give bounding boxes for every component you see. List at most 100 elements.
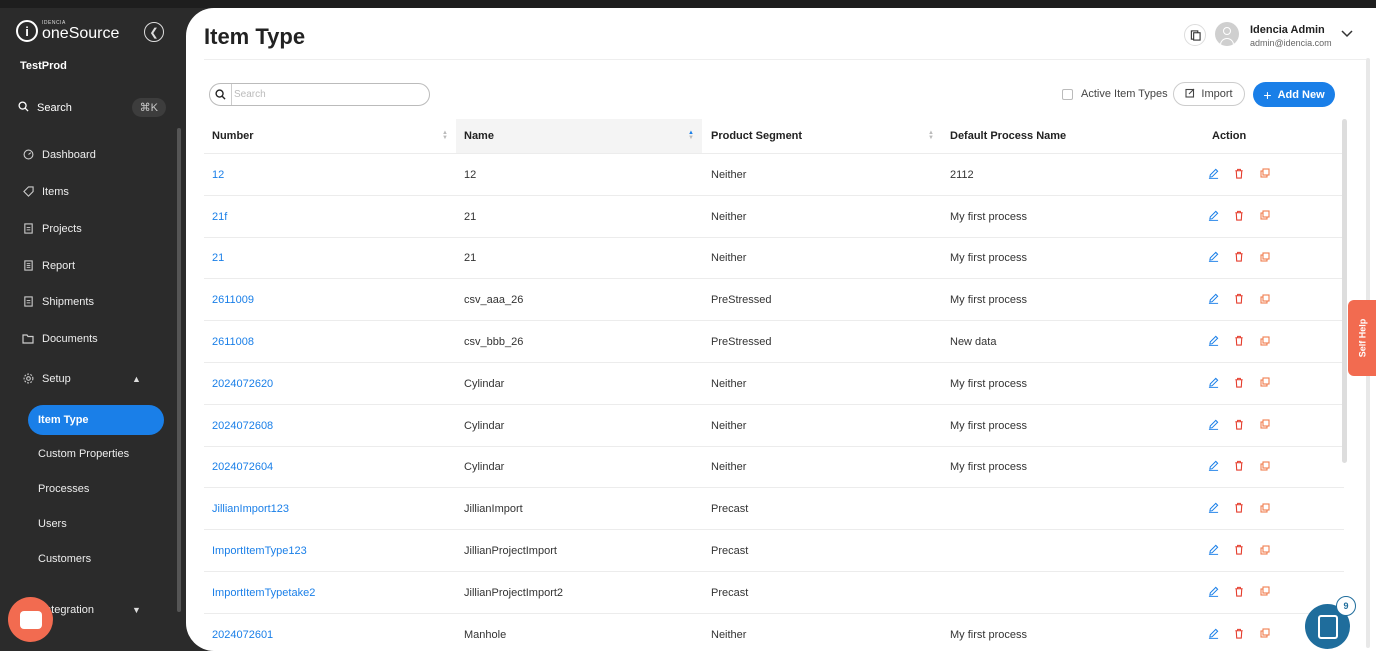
edit-icon[interactable] [1200,293,1226,307]
sidebar-item-customers[interactable]: Customers [38,553,91,565]
idencia-logo-icon: i [16,20,38,42]
sidebar-item-documents[interactable]: Documents [22,333,98,345]
edit-icon[interactable] [1200,377,1226,391]
cell-number-link[interactable]: 2024072620 [204,363,456,405]
import-button[interactable]: Import [1173,82,1245,106]
cell-number-link[interactable]: 2024072604 [204,447,456,489]
table-row[interactable]: 2024072604 Cylindar Neither My first proces… [204,445,1344,489]
table-row[interactable]: 21 21 Neither My first process [204,236,1344,280]
sidebar-item-item-type[interactable]: Item Type [28,405,164,435]
sort-icon[interactable]: ▲ ▼ [442,130,448,141]
table-row[interactable]: ImportItemTypetake2 JillianProjectImport2… [204,571,1344,613]
copy-icon[interactable] [1252,336,1278,349]
delete-icon[interactable] [1226,460,1252,474]
edit-icon[interactable] [1200,544,1226,558]
delete-icon[interactable] [1226,335,1252,349]
active-item-types-filter[interactable]: Active Item Types [1062,88,1168,100]
cell-number-link[interactable]: ImportItemTypetake2 [204,572,456,614]
sidebar-item-setup[interactable]: Setup ▲ [22,373,142,385]
delete-icon[interactable] [1226,293,1252,307]
cell-number-link[interactable]: 21f [204,196,456,238]
cell-number-link[interactable]: 2611009 [204,279,456,321]
search-input[interactable] [234,86,424,103]
copy-icon[interactable] [1252,503,1278,516]
table-row[interactable]: 2611008 csv_bbb_26 PreStressed New data [204,320,1344,362]
delete-icon[interactable] [1226,419,1252,433]
table-row[interactable]: JillianImport123 JillianImport Precast [204,487,1344,529]
column-header-product-segment[interactable]: Product Segment ▲ ▼ [703,119,942,153]
cell-product-segment: Neither [711,168,747,181]
sidebar-item-dashboard[interactable]: Dashboard [22,149,96,161]
table-row[interactable]: 12 12 Neither 2112 [204,153,1344,195]
search-icon[interactable] [210,84,232,105]
self-help-tab[interactable]: Self Help [1348,300,1376,376]
delete-icon[interactable] [1226,502,1252,516]
cell-number-link[interactable]: 2611008 [204,321,456,363]
sidebar-item-custom-properties[interactable]: Custom Properties [38,448,129,460]
edit-icon[interactable] [1200,210,1226,224]
sidebar-item-items[interactable]: Items [22,186,69,198]
sidebar-item-shipments[interactable]: Shipments [22,296,94,308]
cell-number-link[interactable]: 12 [204,154,456,196]
cell-number-link[interactable]: 2024072608 [204,405,456,447]
table-scrollbar[interactable] [1342,119,1347,463]
delete-icon[interactable] [1226,586,1252,600]
copy-icon[interactable] [1252,628,1278,641]
edit-icon[interactable] [1200,460,1226,474]
sidebar-item-report[interactable]: Report [22,260,75,272]
edit-icon[interactable] [1200,251,1226,265]
table-row[interactable]: ImportItemType123 JillianProjectImport Pre… [204,529,1344,571]
sidebar-scrollbar[interactable] [177,128,181,612]
sidebar-item-users[interactable]: Users [38,518,67,530]
chevron-down-icon[interactable] [1341,26,1353,41]
edit-icon[interactable] [1200,168,1226,182]
delete-icon[interactable] [1226,210,1252,224]
delete-icon[interactable] [1226,377,1252,391]
delete-icon[interactable] [1226,628,1252,642]
sort-icon[interactable]: ▲ ▼ [688,130,694,141]
copy-icon[interactable] [1252,294,1278,307]
cell-number-link[interactable]: 2024072601 [204,614,456,651]
copy-icon[interactable] [1252,210,1278,223]
sidebar-search[interactable]: Search ⌘K [10,96,170,120]
avatar[interactable] [1215,22,1239,46]
edit-icon[interactable] [1200,419,1226,433]
delete-icon[interactable] [1226,544,1252,558]
edit-icon[interactable] [1200,335,1226,349]
edit-icon[interactable] [1200,502,1226,516]
copy-icon[interactable] [1252,419,1278,432]
table-row[interactable]: 2024072608 Cylindar Neither My first proces… [204,403,1344,447]
edit-icon[interactable] [1200,628,1226,642]
table-row[interactable]: 21f 21 Neither My first process [204,194,1344,238]
document-switch-button[interactable] [1184,24,1206,46]
sidebar-item-processes[interactable]: Processes [38,483,89,495]
active-item-types-checkbox[interactable] [1062,88,1073,100]
tasks-button[interactable]: 9 [1305,596,1356,649]
add-new-button[interactable]: + Add New [1253,82,1335,107]
copy-icon[interactable] [1252,545,1278,558]
delete-icon[interactable] [1226,168,1252,182]
cell-number-link[interactable]: 21 [204,238,456,280]
copy-icon[interactable] [1252,586,1278,599]
copy-icon[interactable] [1252,461,1278,474]
table-row[interactable]: 2024072620 Cylindar Neither My first proces… [204,362,1344,404]
table-row[interactable]: 2024072601 Manhole Neither My first process [204,612,1344,651]
chat-button[interactable] [8,597,53,642]
cell-number-link[interactable]: JillianImport123 [204,488,456,530]
sidebar-item-projects[interactable]: Projects [22,223,82,235]
copy-icon[interactable] [1252,168,1278,181]
sidebar-item-label: Item Type [38,414,89,426]
copy-icon[interactable] [1252,252,1278,265]
edit-icon[interactable] [1200,586,1226,600]
sort-icon[interactable]: ▲ ▼ [928,130,934,141]
cell-number-link[interactable]: ImportItemType123 [204,530,456,572]
cell-name: Cylindar [464,461,505,474]
collapse-sidebar-button[interactable]: ❮ [144,22,164,42]
copy-icon[interactable] [1252,377,1278,390]
user-name[interactable]: Idencia Admin [1250,24,1325,36]
column-header-name[interactable]: Name ▲ ▼ [456,119,702,153]
table-row[interactable]: 2611009 csv_aaa_26 PreStressed My first pro… [204,278,1344,320]
brand-logo[interactable]: i IDENCIA oneSource [16,20,119,42]
column-header-number[interactable]: Number ▲ ▼ [204,119,456,153]
delete-icon[interactable] [1226,251,1252,265]
